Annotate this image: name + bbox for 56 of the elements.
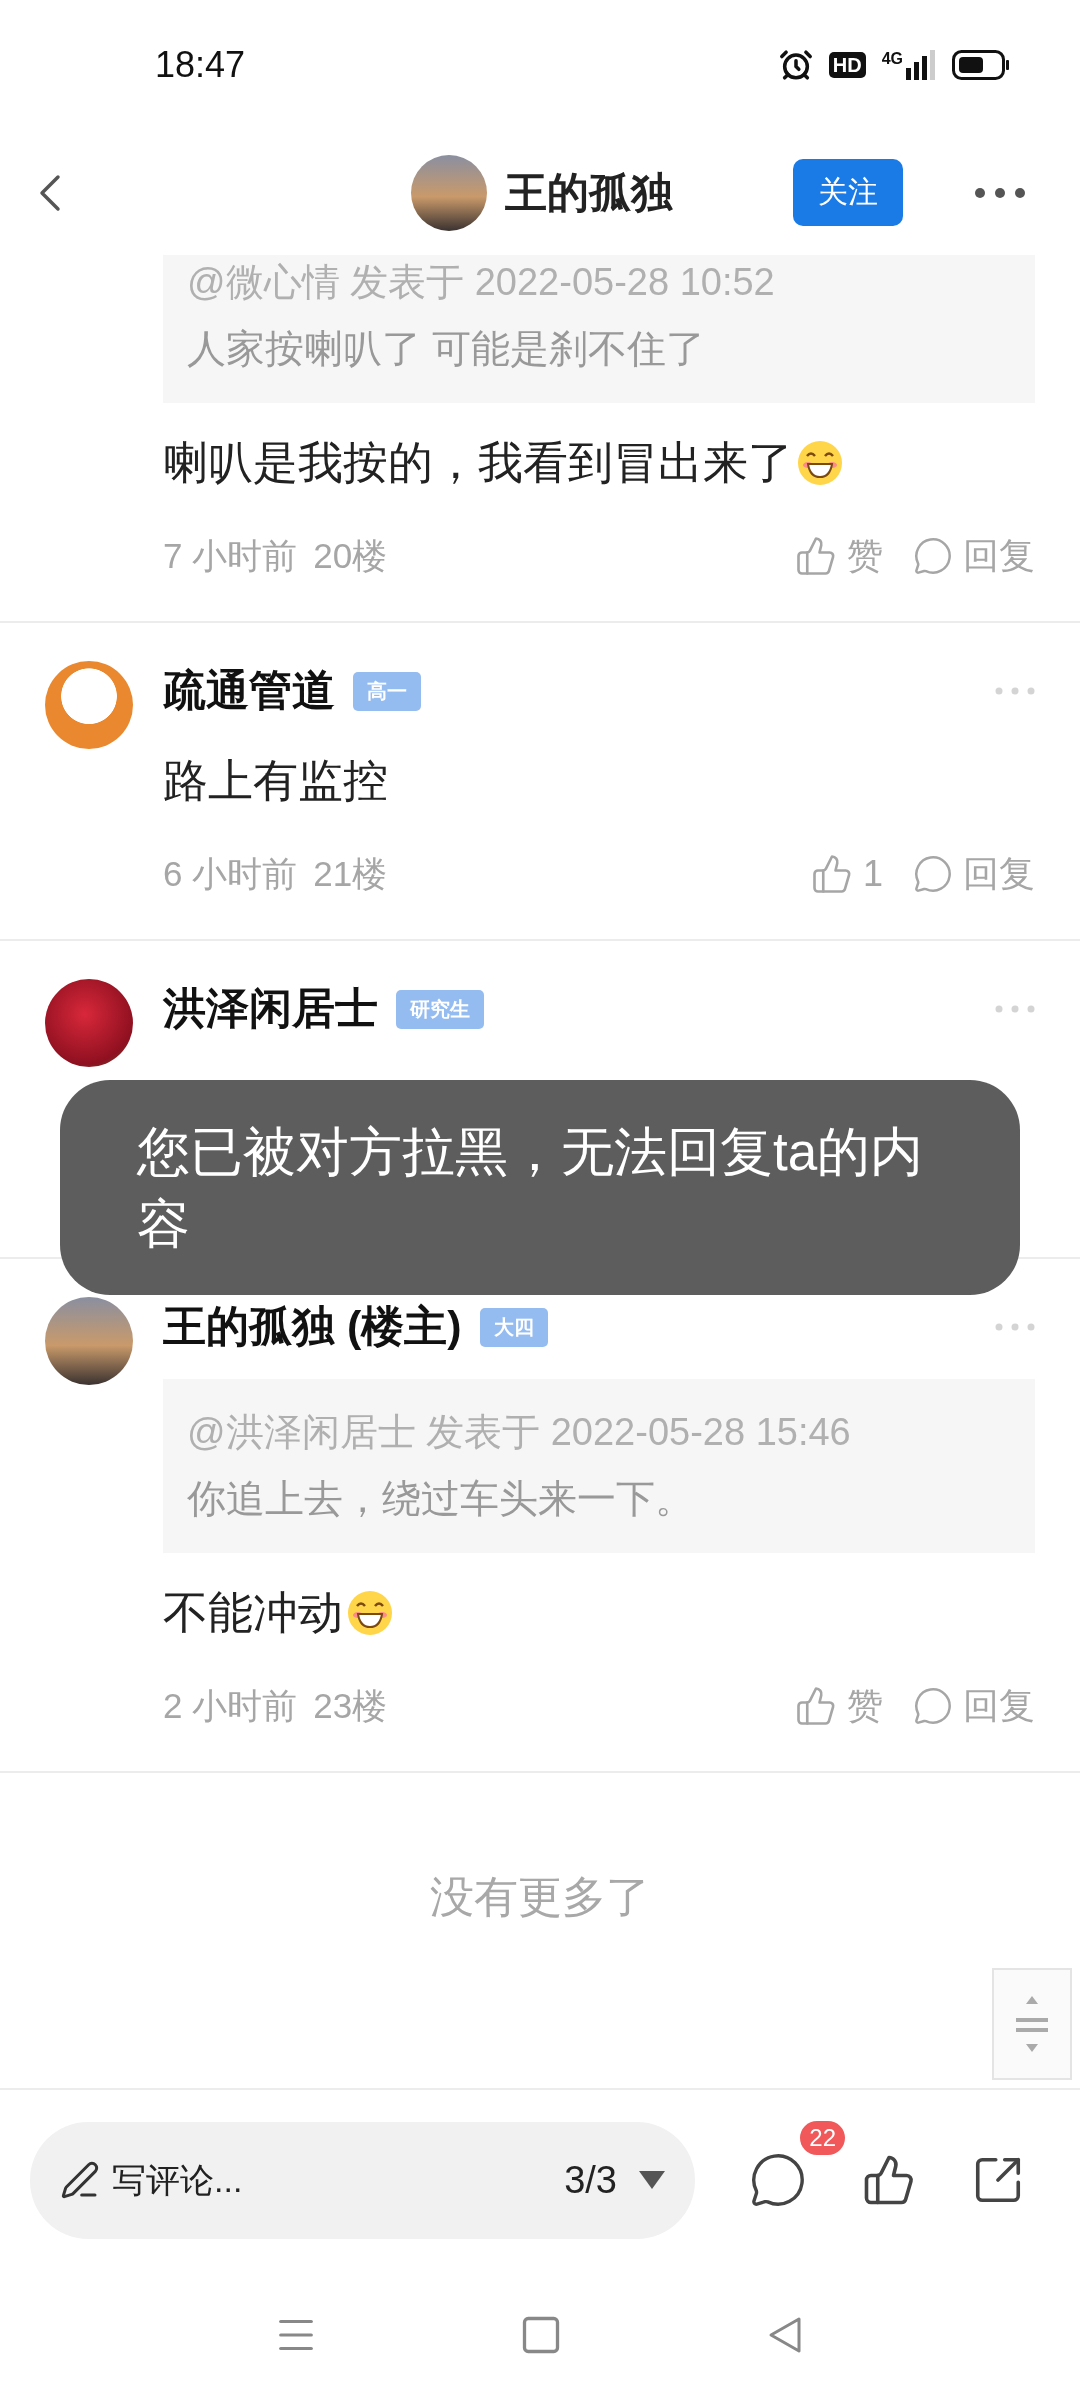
floor-number: 20楼 <box>313 534 388 577</box>
chat-bubble-icon <box>749 2151 807 2209</box>
hd-indicator: HD <box>828 52 866 78</box>
floor-number: 23楼 <box>313 1684 388 1727</box>
pencil-icon <box>60 2160 100 2200</box>
comment-field[interactable]: 写评论... 3/3 <box>30 2121 695 2239</box>
post-time: 2 小时前 <box>163 1684 298 1727</box>
comment-text: 不能冲动 <box>163 1586 343 1640</box>
thumbs-up-icon <box>862 2153 916 2207</box>
post-time: 7 小时前 <box>163 534 298 577</box>
comment-text: 喇叭是我按的，我看到冒出来了 <box>163 436 793 490</box>
toast-message: 您已被对方拉黑，无法回复ta的内容 <box>60 1080 1020 1295</box>
network-type: 4G <box>881 50 903 68</box>
like-button[interactable]: 1 <box>810 853 883 895</box>
signal-icon <box>906 50 936 80</box>
floor-number: 21楼 <box>313 852 388 895</box>
user-name[interactable]: 王的孤独 (楼主) <box>163 1298 462 1356</box>
chat-bubble-icon <box>913 536 953 576</box>
level-badge: 高一 <box>353 671 421 711</box>
comments-button[interactable] <box>749 2151 807 2209</box>
quote-author: @洪泽闲居士 发表于 2022-05-28 15:46 <box>187 1410 852 1455</box>
chat-bubble-icon <box>913 1686 953 1726</box>
user-name[interactable]: 疏通管道 <box>163 662 335 720</box>
page-selector[interactable]: 3/3 <box>564 2158 665 2202</box>
comment-count-badge: 22 <box>800 2121 845 2156</box>
level-badge: 研究生 <box>396 989 484 1029</box>
author-name: 王的孤独 <box>504 167 673 218</box>
user-name[interactable]: 洪泽闲居士 <box>163 980 378 1038</box>
comment-text: 路上有监控 <box>163 754 388 808</box>
reply-button[interactable]: 回复 <box>913 849 1035 899</box>
thumbs-up-icon <box>810 853 853 895</box>
battery-icon <box>952 50 1010 80</box>
like-button[interactable] <box>862 2153 916 2207</box>
more-dots-icon[interactable] <box>995 1005 1035 1013</box>
quote-text: 人家按喇叭了 可能是刹不住了 <box>187 326 706 372</box>
more-dots-icon <box>975 187 1025 198</box>
thumbs-up-icon <box>795 535 837 577</box>
like-button[interactable]: 赞 <box>795 531 883 581</box>
follow-button[interactable]: 关注 <box>793 159 903 226</box>
reply-button[interactable]: 回复 <box>913 1681 1035 1731</box>
reply-button[interactable]: 回复 <box>913 531 1035 581</box>
caret-down-icon <box>639 2171 665 2189</box>
post-time: 6 小时前 <box>163 852 298 895</box>
scroll-handle[interactable] <box>992 1968 1072 2080</box>
end-of-list-text: 没有更多了 <box>429 1871 651 1923</box>
more-dots-icon[interactable] <box>995 687 1035 695</box>
chat-bubble-icon <box>913 854 953 894</box>
scroll-arrows-icon <box>1014 1994 1050 2054</box>
like-button[interactable]: 赞 <box>795 1681 883 1731</box>
more-dots-icon[interactable] <box>995 1323 1035 1331</box>
quote-text: 你追上去，绕过车头来一下。 <box>187 1476 695 1522</box>
alarm-icon <box>778 48 813 82</box>
quote-author: @微心情 发表于 2022-05-28 10:52 <box>187 260 776 305</box>
thumbs-up-icon <box>795 1685 837 1727</box>
status-time: 18:47 <box>155 44 246 86</box>
level-badge: 大四 <box>479 1307 548 1347</box>
